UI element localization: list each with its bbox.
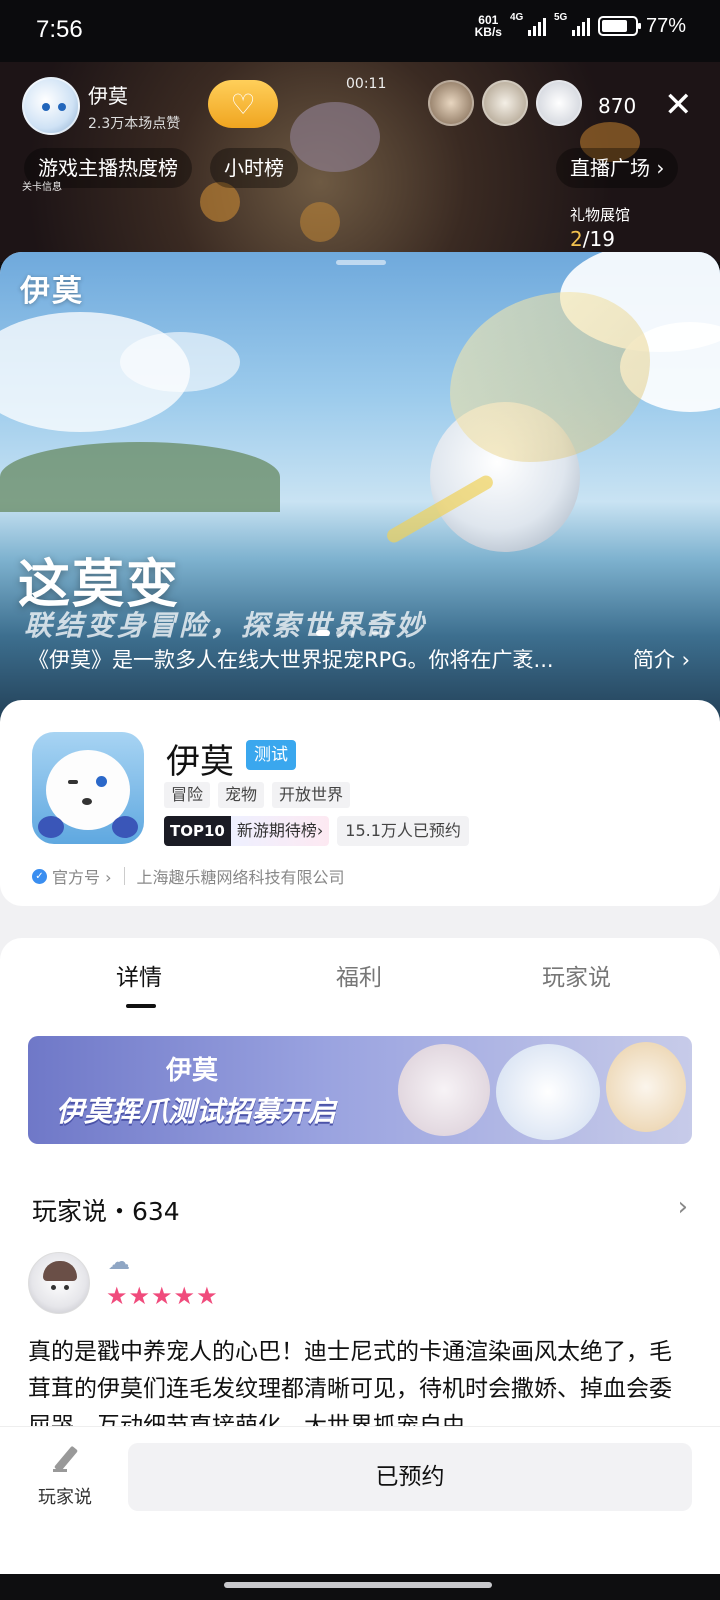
- level-info: 关卡信息: [22, 180, 62, 195]
- streamer-avatar[interactable]: [22, 77, 80, 135]
- game-info-card: 伊莫 测试 冒险 宠物 开放世界 TOP10 新游期待榜› 15.1万人已预约 …: [0, 700, 720, 906]
- carousel-dots[interactable]: [316, 630, 390, 636]
- gift-total: /19: [582, 227, 615, 251]
- game-description[interactable]: 《伊莫》是一款多人在线大世界捉宠RPG。你将在广袤...: [28, 644, 588, 674]
- developer-row: ✓ 官方号 › 上海趣乐糖网络科技有限公司: [32, 864, 345, 888]
- tab-hourly-ranking[interactable]: 小时榜: [210, 148, 298, 188]
- live-timer: 00:11: [346, 76, 387, 92]
- heart-plus-icon: ♡: [230, 87, 256, 121]
- game-tag[interactable]: 宠物: [218, 782, 265, 808]
- signal-4g-label: 4G: [509, 12, 524, 23]
- player-reviews-header[interactable]: 玩家说・634: [32, 1192, 180, 1228]
- test-badge: 测试: [246, 740, 296, 770]
- battery-percent: 77%: [645, 14, 686, 37]
- rating-stars: ★★★★★: [106, 1282, 219, 1310]
- tab-live-square[interactable]: 直播广场 ›: [556, 148, 679, 188]
- streamer-name: 伊莫: [88, 83, 128, 108]
- gift-gallery[interactable]: 礼物展馆 2/19: [570, 204, 670, 251]
- game-tag[interactable]: 开放世界: [272, 782, 351, 808]
- pen-icon: [49, 1443, 81, 1475]
- signal-5g-icon: 5G: [554, 12, 590, 36]
- hero-banner[interactable]: 伊莫 这莫变 联结变身冒险，探索世界奇妙 《伊莫》是一款多人在线大世界捉宠RPG…: [0, 252, 720, 732]
- active-tab-underline: [126, 1004, 156, 1008]
- network-speed: 601 KB/s: [475, 14, 502, 38]
- gift-count: 2/19: [570, 227, 670, 251]
- gift-current: 2: [570, 227, 583, 251]
- viewer-count[interactable]: 870: [598, 94, 636, 118]
- reserved-button[interactable]: 已预约: [128, 1443, 692, 1511]
- home-indicator[interactable]: [224, 1582, 492, 1588]
- close-icon[interactable]: ✕: [664, 88, 693, 122]
- intro-link-label: 简介: [632, 648, 675, 672]
- official-label: 官方号: [52, 868, 101, 887]
- reviewer-avatar[interactable]: [28, 1252, 90, 1314]
- chevron-right-icon[interactable]: ›: [678, 1192, 688, 1222]
- viewer-avatar[interactable]: [482, 80, 528, 126]
- game-app-icon: [32, 732, 144, 844]
- rank-list-name: 新游期待榜: [236, 821, 317, 840]
- level-info-title: 关卡信息: [22, 182, 62, 193]
- drag-handle[interactable]: [336, 260, 386, 265]
- official-account-link[interactable]: 官方号 ›: [52, 864, 112, 888]
- tab-welfare[interactable]: 福利: [336, 958, 382, 992]
- tab-players[interactable]: 玩家说: [542, 958, 611, 992]
- live-tabs: 游戏主播热度榜 小时榜 直播广场 ›: [24, 148, 696, 188]
- gift-gallery-title: 礼物展馆: [570, 206, 631, 224]
- developer-name[interactable]: 上海趣乐糖网络科技有限公司: [137, 864, 345, 888]
- signal-4g-icon: 4G: [510, 12, 546, 36]
- chevron-right-icon: ›: [681, 648, 690, 672]
- hero-logo: 伊莫: [20, 274, 84, 309]
- viewer-avatar[interactable]: [428, 80, 474, 126]
- status-icons: 601 KB/s 4G 5G 77%: [475, 12, 686, 38]
- content-tabs: 详情 福利 玩家说: [0, 958, 720, 1008]
- reserve-count: 15.1万人已预约: [337, 816, 469, 846]
- verified-icon: ✓: [32, 868, 47, 884]
- signal-5g-label: 5G: [553, 12, 568, 23]
- game-tags: 冒险 宠物 开放世界: [164, 782, 351, 808]
- viewer-avatars[interactable]: [428, 80, 582, 126]
- rank-list-label: 新游期待榜›: [230, 816, 330, 846]
- tab-detail[interactable]: 详情: [116, 958, 162, 992]
- bottom-action-bar: 玩家说 已预约: [0, 1426, 720, 1574]
- viewer-avatar[interactable]: [536, 80, 582, 126]
- rank-top-label: TOP10: [164, 816, 231, 846]
- hero-subslogan: 联结变身冒险，探索世界奇妙: [24, 609, 428, 642]
- promo-banner[interactable]: 伊莫 伊莫挥爪测试招募开启: [28, 1036, 692, 1144]
- intro-link[interactable]: 简介 ›: [633, 644, 690, 674]
- live-stream-background[interactable]: 伊莫 2.3万本场点赞 ♡ 00:11 870 ✕ 游戏主播热度榜 小时榜 直播…: [0, 62, 720, 262]
- game-panel: 伊莫 这莫变 联结变身冒险，探索世界奇妙 《伊莫》是一款多人在线大世界捉宠RPG…: [0, 252, 720, 1600]
- status-time: 7:56: [36, 16, 83, 43]
- game-tag[interactable]: 冒险: [164, 782, 211, 808]
- promo-title: 伊莫挥爪测试招募开启: [56, 1095, 337, 1128]
- follow-button[interactable]: ♡: [208, 80, 278, 128]
- game-title: 伊莫: [166, 742, 234, 782]
- streamer-likes: 2.3万本场点赞: [88, 115, 181, 132]
- live-square-label: 直播广场: [570, 156, 650, 180]
- rank-row: TOP10 新游期待榜› 15.1万人已预约: [164, 816, 469, 846]
- ranking-chip[interactable]: TOP10 新游期待榜›: [164, 816, 330, 846]
- promo-logo: 伊莫: [166, 1056, 219, 1086]
- status-bar: 7:56 601 KB/s 4G 5G 77%: [0, 0, 720, 62]
- net-speed-unit: KB/s: [474, 25, 502, 39]
- battery-icon: [597, 16, 641, 36]
- player-say-label: 玩家说: [38, 1487, 92, 1508]
- player-say-button[interactable]: 玩家说: [30, 1443, 100, 1513]
- snow-cloud-icon: ☁: [108, 1250, 130, 1275]
